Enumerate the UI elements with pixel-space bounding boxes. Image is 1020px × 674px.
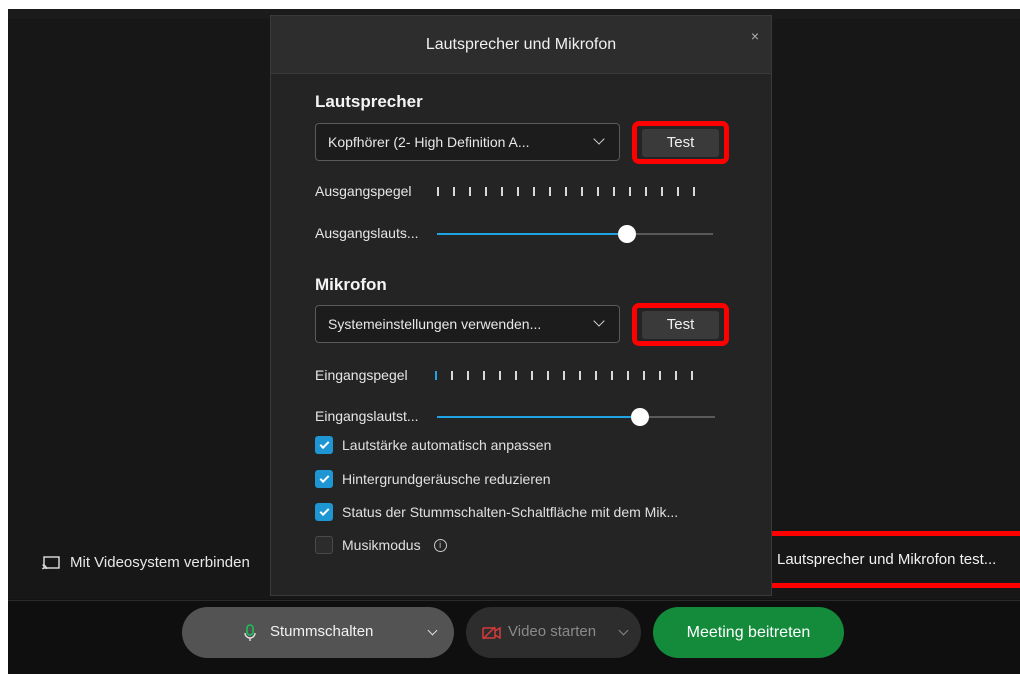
join-meeting-label: Meeting beitreten [686, 623, 811, 641]
level-tick [533, 187, 535, 196]
close-icon[interactable]: × [751, 28, 759, 44]
start-video-label: Video starten [508, 623, 597, 640]
cast-icon [42, 555, 60, 569]
level-tick [435, 371, 437, 380]
noise-reduction-checkbox[interactable] [315, 470, 333, 488]
output-volume-label: Ausgangslauts... [315, 225, 419, 241]
input-level-label: Eingangspegel [315, 367, 408, 383]
level-tick [517, 187, 519, 196]
auto-adjust-volume-label: Lautstärke automatisch anpassen [342, 437, 552, 453]
level-tick [483, 371, 485, 380]
speaker-test-highlight: Test [632, 121, 729, 164]
microphone-icon [244, 624, 256, 641]
level-tick [643, 371, 645, 380]
level-tick [677, 187, 679, 196]
check-icon [319, 438, 329, 449]
speaker-mic-test-link-highlight: Lautsprecher und Mikrofon test... [763, 531, 1020, 588]
level-tick [675, 371, 677, 380]
chevron-down-icon[interactable] [618, 625, 629, 636]
start-video-button[interactable]: Video starten [466, 607, 641, 658]
join-meeting-button[interactable]: Meeting beitreten [653, 607, 844, 658]
info-icon[interactable]: i [433, 538, 447, 552]
level-tick [549, 187, 551, 196]
speaker-mic-dialog: Lautsprecher und Mikrofon × Lautsprecher… [270, 15, 772, 596]
level-tick [547, 371, 549, 380]
dialog-header: Lautsprecher und Mikrofon × [271, 16, 771, 74]
mute-button[interactable]: Stummschalten [182, 607, 454, 658]
level-tick [613, 187, 615, 196]
mute-status-sync-option[interactable]: Status der Stummschalten-Schaltfläche mi… [315, 503, 678, 521]
input-volume-fill [437, 416, 640, 418]
level-tick [597, 187, 599, 196]
speaker-section-title: Lautsprecher [315, 92, 423, 111]
level-tick [595, 371, 597, 380]
speaker-test-button[interactable]: Test [642, 128, 719, 157]
output-level-label: Ausgangspegel [315, 183, 412, 199]
level-tick [579, 371, 581, 380]
check-icon [319, 472, 329, 483]
level-tick [659, 371, 661, 380]
level-tick [437, 187, 439, 196]
auto-adjust-volume-option[interactable]: Lautstärke automatisch anpassen [315, 436, 551, 454]
output-volume-thumb[interactable] [618, 225, 636, 243]
level-tick [581, 187, 583, 196]
noise-reduction-label: Hintergrundgeräusche reduzieren [342, 471, 551, 487]
input-volume-label: Eingangslautst... [315, 408, 419, 424]
level-tick [451, 371, 453, 380]
input-volume-thumb[interactable] [631, 408, 649, 426]
level-tick [499, 371, 501, 380]
level-tick [515, 371, 517, 380]
music-mode-checkbox[interactable] [315, 536, 333, 554]
level-tick [693, 187, 695, 196]
input-volume-slider[interactable] [437, 408, 715, 426]
microphone-device-value: Systemeinstellungen verwenden... [328, 316, 542, 332]
level-tick [565, 187, 567, 196]
microphone-test-highlight: Test [632, 303, 729, 346]
level-tick [501, 187, 503, 196]
mute-label: Stummschalten [270, 623, 374, 640]
speaker-device-select[interactable]: Kopfhörer (2- High Definition A... [315, 123, 620, 161]
chevron-down-icon[interactable] [427, 625, 438, 636]
level-tick [629, 187, 631, 196]
mute-status-sync-label: Status der Stummschalten-Schaltfläche mi… [342, 504, 679, 520]
level-tick [531, 371, 533, 380]
level-tick [661, 187, 663, 196]
dialog-title: Lautsprecher und Mikrofon [425, 35, 617, 53]
output-level-meter [437, 187, 695, 196]
mute-status-sync-checkbox[interactable] [315, 503, 333, 521]
music-mode-option[interactable]: Musikmodus i [315, 536, 447, 554]
level-tick [563, 371, 565, 380]
video-off-icon [482, 626, 501, 640]
level-tick [627, 371, 629, 380]
level-tick [485, 187, 487, 196]
level-tick [645, 187, 647, 196]
connect-video-system-button[interactable]: Mit Videosystem verbinden [42, 554, 250, 571]
auto-adjust-volume-checkbox[interactable] [315, 436, 333, 454]
level-tick [453, 187, 455, 196]
connect-video-system-label: Mit Videosystem verbinden [70, 554, 250, 571]
check-icon [319, 505, 329, 516]
speaker-device-value: Kopfhörer (2- High Definition A... [328, 134, 530, 150]
level-tick [467, 371, 469, 380]
level-tick [611, 371, 613, 380]
level-tick [469, 187, 471, 196]
microphone-section-title: Mikrofon [315, 275, 387, 294]
output-volume-slider[interactable] [437, 225, 713, 243]
output-volume-fill [437, 233, 627, 235]
speaker-mic-test-link[interactable]: Lautsprecher und Mikrofon test... [777, 551, 996, 568]
noise-reduction-option[interactable]: Hintergrundgeräusche reduzieren [315, 470, 551, 488]
music-mode-label: Musikmodus [342, 537, 421, 553]
microphone-test-button[interactable]: Test [642, 310, 719, 339]
level-tick [691, 371, 693, 380]
chevron-down-icon [593, 133, 605, 145]
microphone-device-select[interactable]: Systemeinstellungen verwenden... [315, 305, 620, 343]
input-level-meter [435, 371, 693, 380]
chevron-down-icon [593, 315, 605, 327]
